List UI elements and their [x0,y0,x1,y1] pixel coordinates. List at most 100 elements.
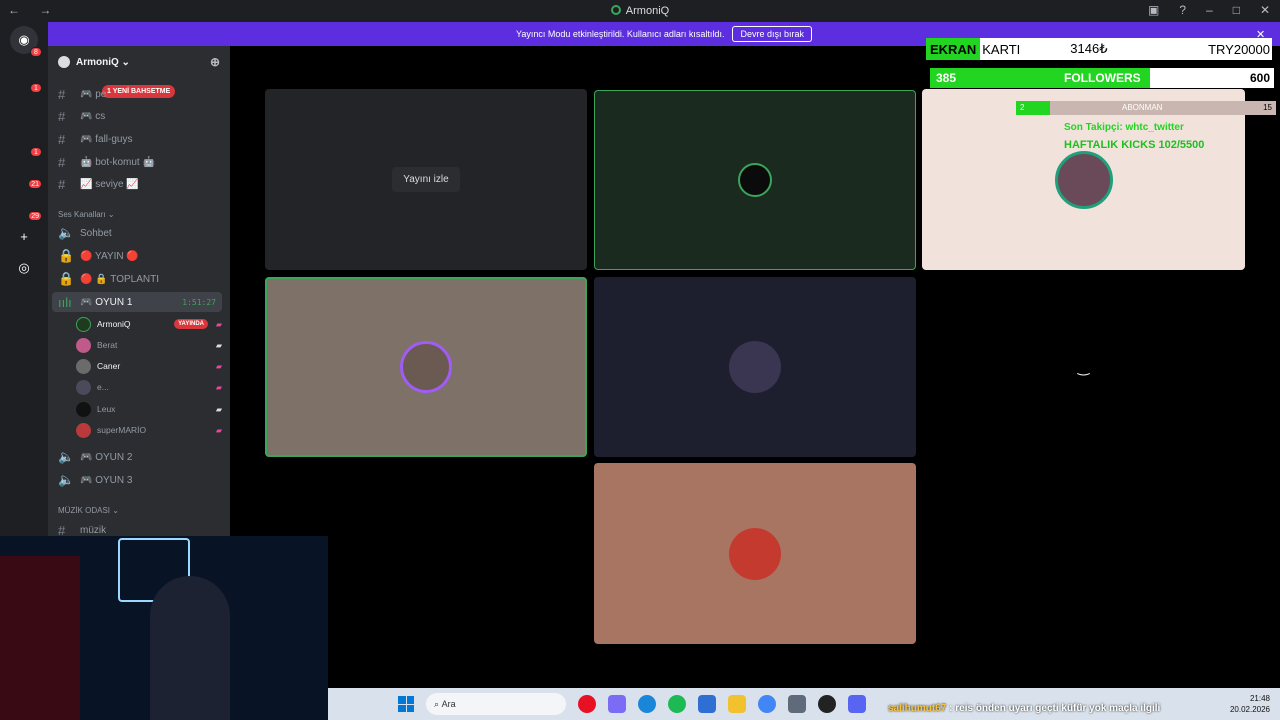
spotify-icon[interactable] [668,695,686,713]
title-bar: ← → ArmoniQ ▣ ? – □ ✕ [0,0,1280,22]
banner-message: Yayıncı Modu etkinleştirildi. Kullanıcı … [516,29,725,39]
voice-category[interactable]: Ses Kanalları ⌄ [58,210,115,219]
stream-tile[interactable]: Yayını izle [265,89,587,270]
webcam-feed [0,536,328,720]
avatar [729,527,781,580]
watch-stream-button[interactable]: Yayını izle [392,167,460,192]
gamepad-icon: ▰ [215,404,222,414]
speaker-icon: 🔈 [58,225,75,240]
voice-user[interactable]: ArmoniQ YAYINDA ▰ [76,314,222,334]
voice-user[interactable]: Caner ▰ [76,356,222,376]
hash-icon: # [58,108,66,124]
live-badge: YAYINDA [174,319,208,329]
channel-pe[interactable]: # 🎮 pe [58,84,222,104]
search-icon: ⌕ [434,698,440,709]
server-icon-armoniq[interactable]: 1 [10,62,42,93]
speaker-icon: 🔈 [58,472,75,487]
avatar [76,401,91,417]
voice-channel-sohbet[interactable]: 🔈 Sohbet [58,223,222,243]
voice-channel-yayin[interactable]: 🔒 🔴 YAYIN 🔴 [58,246,222,266]
channel-sidebar: ArmoniQ ⌄ ⊕ 1 YENİ BAHSETME # 🎮 pe # 🎮 cs … [48,46,230,538]
avatar [76,316,91,332]
voice-channel-toplanti[interactable]: 🔒 🔴 🔒 TOPLANTI [58,269,222,289]
server-icon-3[interactable]: 1 [10,126,42,157]
folder-icon[interactable] [728,695,746,713]
app-icon[interactable] [578,695,596,713]
avatar [76,422,91,438]
server-icon-5[interactable]: 29 [10,190,42,221]
app-icon[interactable] [608,695,626,713]
channel-seviye[interactable]: # 📈 seviye 📈 [58,174,222,194]
gamepad-icon: ▰ [215,340,222,350]
video-tile-speaking[interactable] [265,277,587,457]
taskbar-search[interactable]: ⌕ Ara [426,693,566,715]
weekly-kicks-text: HAFTALIK KICKS 102/5500 [1064,139,1205,151]
maximize-button[interactable]: □ [1233,3,1240,17]
music-category[interactable]: MÜZİK ODASI ⌄ [58,506,119,515]
hash-icon: # [58,131,66,147]
voice-user[interactable]: Berat ▰ [76,335,222,355]
voice-user[interactable]: superMARİO ▰ [76,420,222,440]
gpu-goal-overlay: EKRAN KARTI 3146₺ TRY20000 [926,38,1272,60]
voice-channel-oyun-3[interactable]: 🔈 🎮 OYUN 3 [58,470,222,490]
channel-cs[interactable]: # 🎮 cs [58,106,222,126]
lock-icon: 🔒 [58,248,75,263]
chrome-icon[interactable] [758,695,776,713]
guild-icon [58,56,70,68]
video-tile-armoniq[interactable] [594,90,916,270]
invite-people-icon[interactable]: ⊕ [210,55,220,69]
settings-icon[interactable] [788,695,806,713]
store-icon[interactable] [698,695,716,713]
lock-icon: 🔒 [58,271,75,286]
hash-icon: # [58,86,66,102]
obs-icon[interactable] [818,695,836,713]
close-button[interactable]: ✕ [1260,3,1270,17]
avatar [400,341,452,393]
speaker-icon: 🔈 [58,449,75,464]
gamepad-icon: ▰ [215,425,222,435]
avatar [76,337,91,353]
inbox-icon[interactable]: ▣ [1148,3,1159,17]
discord-icon[interactable] [848,695,866,713]
chat-ticker: salihumut67 : reis önden uyarı geçti küf… [888,703,1161,714]
video-tile-supermario[interactable] [594,463,916,644]
voice-channel-oyun-2[interactable]: 🔈 🎮 OYUN 2 [58,447,222,467]
hash-icon: # [58,176,66,192]
server-icon-pink[interactable] [10,94,38,122]
close-icon[interactable]: ✕ [1256,28,1265,41]
guild-header[interactable]: ArmoniQ ⌄ ⊕ [48,46,230,78]
followers-goal-bar: 385 FOLLOWERS 600 [930,68,1274,88]
video-tile-overlay[interactable] [922,89,1245,270]
taskbar: ⌕ Ara salihumut67 : reis önden uyarı geç… [328,688,1280,720]
avatar [76,379,91,395]
video-tile-user[interactable] [594,277,916,457]
last-follower-text: Son Takipçi: whtc_twitter [1064,122,1184,133]
server-icon-4[interactable]: 21 [10,158,42,189]
explore-servers-icon[interactable]: ◎ [10,254,38,282]
gamepad-icon: ▰ [215,361,222,371]
window-title: ArmoniQ [0,5,1280,17]
channel-bot-komut[interactable]: # 🤖 bot-komut 🤖 [58,152,222,172]
windows-start-icon[interactable] [398,696,414,712]
add-server-icon[interactable]: + [10,222,38,250]
gamepad-icon: ▰ [215,319,222,329]
window-controls: ▣ ? – □ ✕ [1148,3,1270,17]
help-icon[interactable]: ? [1179,3,1186,17]
voice-channel-oyun-1[interactable]: ıılı 🎮 OYUN 1 1:51:27 [52,292,222,312]
discord-home-icon[interactable]: ◉ 8 [10,26,42,57]
video-tile-leux[interactable]: ‿ [922,277,1245,457]
disable-streamer-mode-button[interactable]: Devre dışı bırak [732,26,812,42]
voice-user[interactable]: Leux ▰ [76,399,222,419]
channel-fall-guys[interactable]: # 🎮 fall-guys [58,129,222,149]
system-clock[interactable]: 21:48 20.02.2026 [1230,693,1270,715]
voice-timer: 1:51:27 [182,297,216,307]
avatar: ‿ [1077,358,1090,375]
hash-icon: # [58,154,66,170]
voice-user[interactable]: e... ▰ [76,377,222,397]
edge-icon[interactable] [638,695,656,713]
avatar [1054,150,1113,209]
minimize-button[interactable]: – [1206,3,1213,17]
subscriber-goal-bar: 2 ABONMAN 15 [1016,101,1276,115]
avatar [76,358,91,374]
discord-logo-icon [610,5,621,15]
